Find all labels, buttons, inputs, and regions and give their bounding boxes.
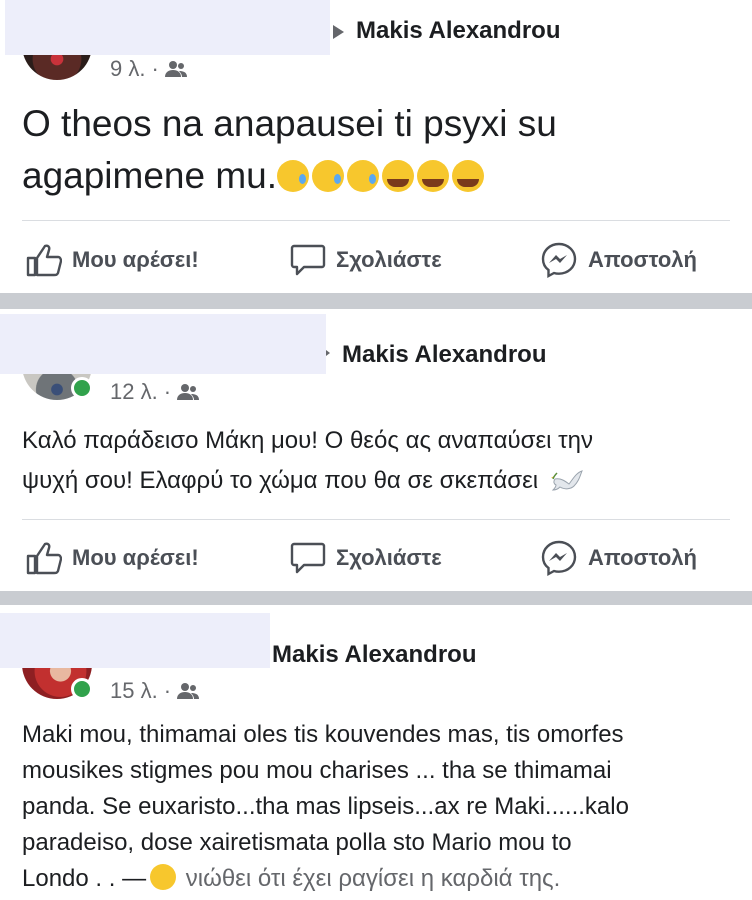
post-text-line-2: agapimene mu.	[22, 150, 557, 202]
post-time[interactable]: 9 λ.	[110, 56, 145, 82]
post-time[interactable]: 12 λ.	[110, 379, 158, 405]
comment-button[interactable]: Σχολιάστε	[290, 236, 442, 284]
post-actions: Μου αρέσει! Σχολιάστε Αποστολή	[0, 236, 752, 284]
post-text-line: mousikes stigmes pou mou charises ... th…	[22, 757, 612, 784]
post-meta: 15 λ. ·	[110, 678, 200, 704]
like-label: Μου αρέσει!	[72, 545, 199, 570]
post-actions: Μου αρέσει! Σχολιάστε Αποστολή	[0, 534, 752, 582]
post-text-line-2: ψυχή σου! Ελαφρύ το χώμα που θα σε σκεπά…	[22, 461, 593, 501]
post-2: Makis Alexandrou 12 λ. · Καλό παράδεισο …	[0, 309, 752, 591]
divider	[22, 519, 730, 520]
post-text-line-last: Londo . . — νιώθει ότι έχει ραγίσει η κα…	[22, 861, 629, 897]
post-text: O theos na anapausei ti psyxi su agapime…	[22, 98, 557, 202]
like-button[interactable]: Μου αρέσει!	[26, 236, 199, 284]
online-indicator	[71, 678, 93, 700]
post-text-line: panda. Se euxaristo...tha mas lipseis...…	[22, 793, 629, 820]
post-text: Maki mou, thimamai oles tis kouvendes ma…	[22, 717, 629, 897]
dove-icon	[550, 470, 583, 491]
comment-label: Σχολιάστε	[336, 247, 442, 272]
post-separator	[0, 591, 752, 605]
to-arrow-icon	[326, 350, 330, 356]
post-text-line: Londo . . —	[22, 865, 147, 892]
loudly-crying-icon	[417, 160, 450, 192]
thumbs-up-icon	[26, 244, 62, 277]
meta-separator: ·	[163, 379, 172, 404]
post-author[interactable]: Makis Alexandrou	[342, 341, 547, 369]
post-1: Makis Alexandrou 9 λ. · O theos na anapa…	[0, 0, 752, 293]
post-author[interactable]: Makis Alexandrou	[356, 17, 561, 45]
post-text-line: paradeiso, dose xairetismata polla sto M…	[22, 829, 572, 856]
sleepy-tear-icon	[312, 160, 345, 192]
post-author[interactable]: Makis Alexandrou	[272, 641, 477, 669]
friends-icon	[164, 61, 187, 77]
friends-icon	[177, 384, 200, 400]
messenger-icon	[541, 242, 577, 279]
send-label: Αποστολή	[588, 545, 697, 570]
post-3: Makis Alexandrou 15 λ. · Maki mou, thima…	[0, 605, 752, 900]
post-text-line: Maki mou, thimamai oles tis kouvendes ma…	[22, 721, 624, 748]
sleepy-tear-icon	[277, 160, 310, 192]
comment-label: Σχολιάστε	[336, 545, 442, 570]
send-button[interactable]: Αποστολή	[540, 236, 697, 284]
online-indicator	[71, 377, 93, 399]
loudly-crying-icon	[452, 160, 485, 192]
heartbroken-face-icon	[150, 864, 177, 890]
post-text-line: O theos na anapausei ti psyxi su	[22, 103, 557, 144]
post-meta: 9 λ. ·	[110, 56, 187, 82]
redacted-name	[5, 0, 330, 55]
like-label: Μου αρέσει!	[72, 247, 199, 272]
post-text: Καλό παράδεισο Μάκη μου! Ο θεός ας αναπα…	[22, 421, 593, 501]
meta-separator: ·	[151, 56, 159, 81]
meta-separator: ·	[163, 678, 172, 703]
post-separator	[0, 293, 752, 309]
friends-icon	[177, 683, 200, 699]
redacted-name	[0, 314, 326, 374]
send-label: Αποστολή	[588, 247, 697, 272]
post-meta: 12 λ. ·	[110, 379, 200, 405]
post-text-line: ψυχή σου! Ελαφρύ το χώμα που θα σε σκεπά…	[22, 467, 539, 494]
comment-icon	[290, 542, 326, 574]
redacted-name	[0, 613, 270, 668]
sleepy-tear-icon	[347, 160, 380, 192]
post-text-line: Καλό παράδεισο Μάκη μου! Ο θεός ας αναπα…	[22, 427, 593, 454]
send-button[interactable]: Αποστολή	[540, 534, 697, 582]
comment-icon	[290, 244, 326, 276]
comment-button[interactable]: Σχολιάστε	[290, 534, 442, 582]
divider	[22, 220, 730, 221]
to-arrow-icon	[333, 25, 344, 39]
avatar-clip	[20, 50, 96, 84]
post-text-line: agapimene mu.	[22, 155, 278, 196]
like-button[interactable]: Μου αρέσει!	[26, 534, 199, 582]
thumbs-up-icon	[26, 542, 62, 575]
messenger-icon	[541, 540, 577, 577]
feeling-text[interactable]: νιώθει ότι έχει ραγίσει η καρδιά της.	[186, 865, 561, 892]
loudly-crying-icon	[382, 160, 415, 192]
post-time[interactable]: 15 λ.	[110, 678, 158, 704]
